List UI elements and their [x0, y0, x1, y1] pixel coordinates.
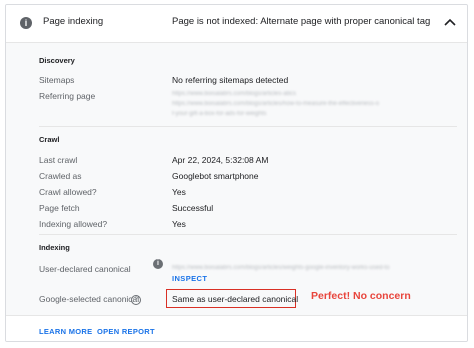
- details-panel: Discovery Sitemaps No referring sitemaps…: [6, 43, 467, 315]
- info-icon: i: [20, 17, 32, 29]
- crawled-as-label: Crawled as: [39, 171, 82, 181]
- google-selected-canonical-label: Google-selected canonical: [39, 294, 140, 304]
- user-declared-canonical-url[interactable]: https://www.boisalabrs.com/blogs/article…: [172, 265, 389, 271]
- learn-more-link[interactable]: LEARN MORE: [39, 327, 92, 336]
- indexing-allowed-label: Indexing allowed?: [39, 219, 108, 229]
- indexing-allowed-value: Yes: [172, 219, 186, 229]
- open-report-link[interactable]: OPEN REPORT: [97, 327, 155, 336]
- user-declared-canonical-label: User-declared canonical: [39, 264, 131, 274]
- page-indexing-header[interactable]: i Page indexing Page is not indexed: Alt…: [6, 5, 467, 43]
- discovery-section-title: Discovery: [39, 56, 75, 65]
- indexing-status: Page is not indexed: Alternate page with…: [172, 16, 431, 27]
- section-divider: [39, 234, 457, 235]
- referring-page-url[interactable]: https://www.boisalabrs.com/blogs/article…: [172, 101, 379, 107]
- page-fetch-label: Page fetch: [39, 203, 80, 213]
- google-selected-canonical-value: Same as user-declared canonical: [172, 294, 299, 304]
- referring-page-url[interactable]: f-your-gift-a-box-for-ads-for-weights: [172, 111, 266, 117]
- page-indexing-card: i Page indexing Page is not indexed: Alt…: [5, 4, 468, 342]
- card-footer: LEARN MORE OPEN REPORT: [6, 315, 467, 341]
- annotation-text: Perfect! No concern: [311, 290, 411, 302]
- page-indexing-title: Page indexing: [43, 16, 104, 27]
- sitemaps-value: No referring sitemaps detected: [172, 75, 289, 85]
- last-crawl-label: Last crawl: [39, 155, 78, 165]
- referring-page-url[interactable]: https://www.boisalabrs.com/blogs/article…: [172, 91, 296, 97]
- crawled-as-value: Googlebot smartphone: [172, 171, 259, 181]
- help-icon[interactable]: ?: [131, 295, 141, 305]
- crawl-allowed-value: Yes: [172, 187, 186, 197]
- last-crawl-value: Apr 22, 2024, 5:32:08 AM: [172, 155, 269, 165]
- referring-page-label: Referring page: [39, 91, 96, 101]
- indexing-section-title: Indexing: [39, 243, 70, 252]
- sitemaps-label: Sitemaps: [39, 75, 75, 85]
- inspect-button[interactable]: INSPECT: [172, 274, 207, 283]
- section-divider: [39, 126, 457, 127]
- info-icon[interactable]: i: [153, 259, 163, 269]
- chevron-up-icon[interactable]: [441, 14, 459, 32]
- page-fetch-value: Successful: [172, 203, 214, 213]
- crawl-section-title: Crawl: [39, 135, 60, 144]
- crawl-allowed-label: Crawl allowed?: [39, 187, 97, 197]
